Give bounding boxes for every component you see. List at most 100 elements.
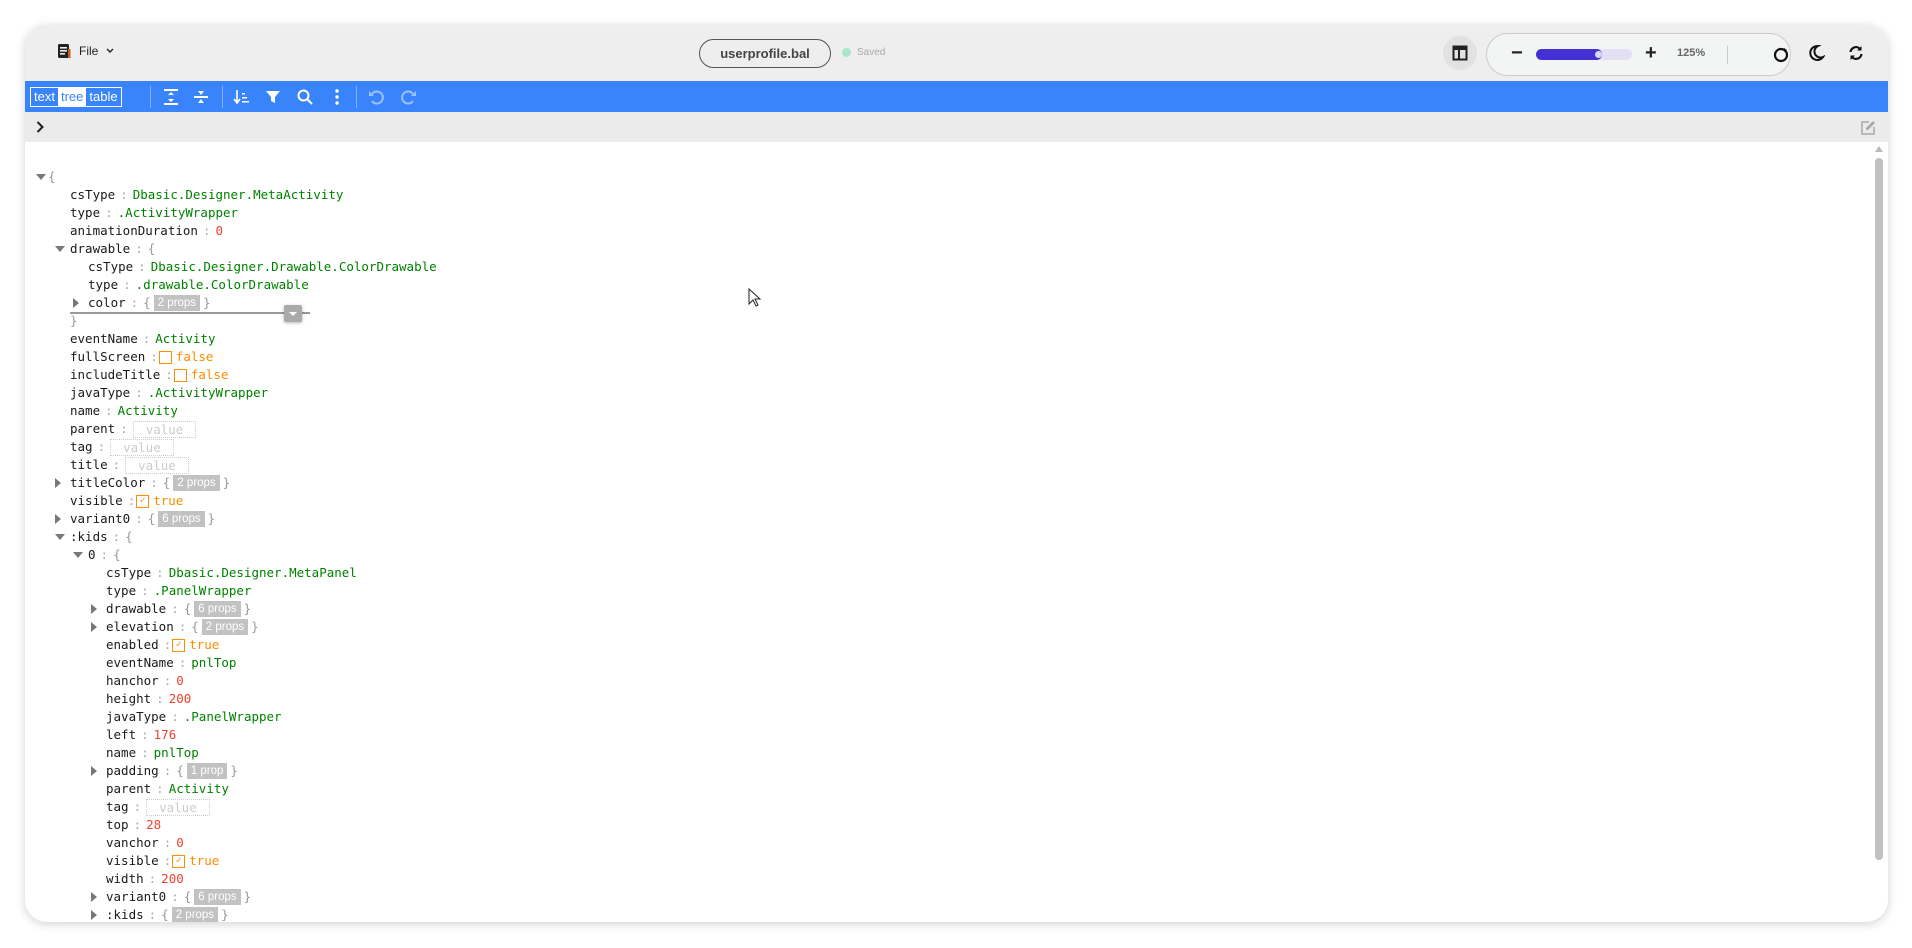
expand-toggle-icon[interactable] [55, 478, 61, 488]
property-key[interactable]: csType [88, 258, 133, 276]
expand-toggle-icon[interactable] [91, 622, 97, 632]
property-key[interactable]: :kids [106, 906, 144, 922]
property-key[interactable]: drawable [106, 600, 166, 618]
drag-handle[interactable] [284, 305, 302, 322]
property-value[interactable]: 200 [161, 870, 184, 888]
property-value[interactable]: true [189, 636, 219, 654]
checkbox[interactable] [158, 350, 172, 364]
property-value-input[interactable]: value [146, 798, 210, 816]
expand-toggle-icon[interactable] [91, 892, 97, 902]
property-key[interactable]: hanchor [106, 672, 159, 690]
checkbox[interactable]: ✓ [136, 494, 150, 508]
property-key[interactable]: vanchor [106, 834, 159, 852]
property-value[interactable]: Dbasic.Designer.MetaPanel [169, 564, 357, 582]
property-value[interactable]: Activity [155, 330, 215, 348]
property-value[interactable]: Dbasic.Designer.Drawable.ColorDrawable [151, 258, 437, 276]
property-key[interactable]: parent [106, 780, 151, 798]
filename-pill[interactable]: userprofile.bal [699, 39, 831, 68]
property-value[interactable]: Activity [118, 402, 178, 420]
expand-toggle-icon[interactable] [55, 514, 61, 524]
zoom-out-button[interactable]: − [1511, 42, 1523, 65]
file-menu-button[interactable]: File [57, 43, 114, 59]
property-key[interactable]: fullScreen [70, 348, 145, 366]
property-value[interactable]: false [176, 348, 214, 366]
property-key[interactable]: :kids [70, 528, 108, 546]
undo-icon[interactable] [367, 88, 385, 106]
property-value[interactable]: .PanelWrapper [154, 582, 252, 600]
property-value[interactable]: .PanelWrapper [184, 708, 282, 726]
property-value-input[interactable]: value [125, 456, 189, 474]
property-key[interactable]: type [88, 276, 118, 294]
property-key[interactable]: padding [106, 762, 159, 780]
property-key[interactable]: type [70, 204, 100, 222]
props-count-badge[interactable]: 2 props [153, 295, 201, 311]
sort-icon[interactable] [232, 88, 250, 106]
collapse-toggle-icon[interactable] [55, 534, 65, 540]
dark-mode-icon[interactable] [1807, 44, 1825, 62]
property-value[interactable]: 0 [176, 672, 184, 690]
property-key[interactable]: tag [70, 438, 93, 456]
property-value[interactable]: .ActivityWrapper [148, 384, 268, 402]
property-key[interactable]: csType [106, 564, 151, 582]
property-key[interactable]: csType [70, 186, 115, 204]
zoom-slider[interactable] [1536, 49, 1632, 60]
property-value[interactable]: pnlTop [154, 744, 199, 762]
property-key[interactable]: height [106, 690, 151, 708]
property-key[interactable]: javaType [70, 384, 130, 402]
props-count-badge[interactable]: 6 props [194, 601, 241, 617]
property-key[interactable]: variant0 [70, 510, 130, 528]
scrollbar[interactable] [1873, 146, 1885, 921]
expand-toggle-icon[interactable] [91, 766, 97, 776]
redo-icon[interactable] [400, 88, 418, 106]
layout-button[interactable] [1443, 36, 1477, 70]
property-key[interactable]: animationDuration [70, 222, 198, 240]
checkbox[interactable]: ✓ [172, 854, 186, 868]
property-key[interactable]: parent [70, 420, 115, 438]
props-count-badge[interactable]: 1 prop [186, 763, 228, 779]
property-key[interactable]: title [70, 456, 108, 474]
property-key[interactable]: titleColor [70, 474, 145, 492]
zoom-in-button[interactable]: + [1645, 42, 1657, 65]
property-value[interactable]: Dbasic.Designer.MetaActivity [133, 186, 344, 204]
property-value[interactable]: .drawable.ColorDrawable [136, 276, 309, 294]
property-value-input[interactable]: value [132, 420, 197, 438]
property-key[interactable]: type [106, 582, 136, 600]
property-key[interactable]: name [106, 744, 136, 762]
property-key[interactable]: visible [70, 492, 123, 510]
property-key[interactable]: eventName [70, 330, 138, 348]
chevron-right-icon[interactable] [36, 121, 44, 133]
filter-icon[interactable] [264, 88, 282, 106]
props-count-badge[interactable]: 6 props [194, 889, 241, 905]
collapse-toggle-icon[interactable] [73, 552, 83, 558]
mode-text-button[interactable]: text [31, 88, 58, 106]
property-key[interactable]: drawable [70, 240, 130, 258]
property-value[interactable]: false [191, 366, 229, 384]
property-key[interactable]: tag [106, 798, 129, 816]
expand-toggle-icon[interactable] [91, 604, 97, 614]
property-key[interactable]: elevation [106, 618, 174, 636]
collapse-toggle-icon[interactable] [55, 246, 65, 252]
property-value[interactable]: 28 [146, 816, 161, 834]
property-key[interactable]: left [106, 726, 136, 744]
props-count-badge[interactable]: 2 props [173, 475, 220, 491]
expand-all-icon[interactable] [162, 88, 180, 106]
search-icon[interactable] [296, 88, 314, 106]
scroll-up-icon[interactable] [1875, 146, 1883, 152]
property-value[interactable]: 0 [215, 222, 223, 240]
checkbox[interactable]: ✓ [172, 638, 186, 652]
property-value[interactable]: 176 [154, 726, 177, 744]
collapse-all-icon[interactable] [192, 88, 210, 106]
edit-icon[interactable] [1860, 120, 1876, 136]
property-value[interactable]: pnlTop [191, 654, 236, 672]
property-value[interactable]: 200 [169, 690, 192, 708]
property-key[interactable]: javaType [106, 708, 166, 726]
property-key[interactable]: includeTitle [70, 366, 160, 384]
scrollbar-thumb[interactable] [1875, 158, 1883, 860]
refresh-icon[interactable] [1847, 44, 1865, 62]
property-key[interactable]: color [88, 294, 126, 312]
property-key[interactable]: visible [106, 852, 159, 870]
props-count-badge[interactable]: 6 props [158, 511, 205, 527]
property-key[interactable]: width [106, 870, 144, 888]
more-icon[interactable] [328, 88, 346, 106]
collapse-toggle-icon[interactable] [36, 174, 46, 180]
